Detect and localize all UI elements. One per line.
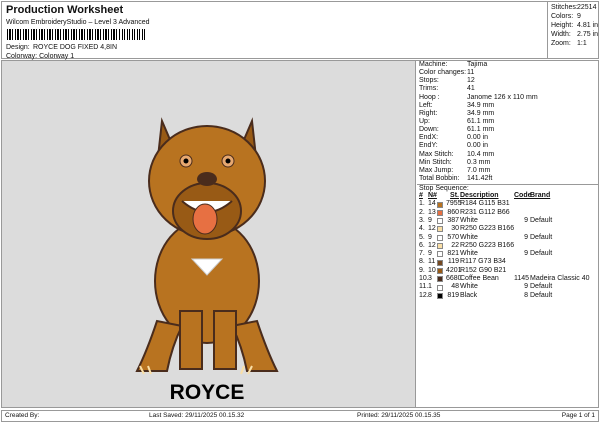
table-row: 9. 10 4201 R152 G90 B21 xyxy=(419,266,507,274)
table-row: 4. 12 30 R250 G223 B166 xyxy=(419,225,515,233)
color-swatch xyxy=(437,218,443,225)
info-row: Right: 34.9 mm xyxy=(419,109,495,117)
table-row: 11. 1 48 White 9 Default xyxy=(419,283,553,291)
page-number: Page 1 of 1 xyxy=(561,412,595,419)
info-row: Hoop : Janome 126 x 110 mm xyxy=(419,93,538,101)
table-row: 5. 9 570 White 9 Default xyxy=(419,233,553,241)
page-title: Production Worksheet xyxy=(6,4,124,16)
stat-height: Height: 4.81 in xyxy=(551,22,599,29)
info-row: Up: 61.1 mm xyxy=(419,117,495,125)
worksheet-body: ROYCE Machine: Tajima Color changes: 11 Stop… xyxy=(1,60,599,408)
worksheet-footer: Created By: Last Saved: 29/11/2025 00.15… xyxy=(1,410,599,422)
table-row: 7. 9 821 White 9 Default xyxy=(419,250,553,258)
color-swatch xyxy=(437,243,443,250)
info-row: Left: 34.9 mm xyxy=(419,101,495,109)
info-row: EndY: 0.00 in xyxy=(419,142,489,150)
created-by: Created By: xyxy=(5,412,40,419)
table-row: 10. 3 6680 Coffee Bean 1145 Madeira Clas… xyxy=(419,275,590,283)
worksheet-header: Production Worksheet Wilcom EmbroiderySt… xyxy=(1,1,600,60)
stats-panel: Stitches: 22514 Colors: 9 Height: 4.81 in W… xyxy=(547,2,600,58)
table-header: # N# St. Description Code Brand xyxy=(419,192,551,200)
last-saved: Last Saved: 29/11/2025 00.15.32 xyxy=(149,412,245,419)
table-row: 3. 9 387 White 9 Default xyxy=(419,217,553,225)
barcode-suffix xyxy=(122,29,147,40)
color-swatch xyxy=(437,284,443,291)
color-swatch xyxy=(437,259,443,266)
info-row: Down: 61.1 mm xyxy=(419,126,495,134)
dog-embroidery-image: ROYCE xyxy=(135,117,279,404)
colorway-name: Colorway 1 xyxy=(39,53,75,60)
stop-sequence-table: # N# St. Description Code Brand 1. 14 79… xyxy=(417,192,599,300)
info-row: EndX: 0.00 in xyxy=(419,134,489,142)
info-row: Total Bobbin: 141.42ft xyxy=(419,174,493,182)
info-row: Max Jump: 7.0 mm xyxy=(419,166,491,174)
color-swatch xyxy=(437,251,443,258)
printed-date: Printed: 29/11/2025 00.15.35 xyxy=(357,412,441,419)
design-info-panel: Machine: Tajima Color changes: 11 Stops: 12 Tr… xyxy=(417,61,599,300)
table-row: 8. 11 119 R117 G73 B34 xyxy=(419,258,506,266)
info-row: Machine: Tajima xyxy=(419,61,488,68)
design-name: ROYCE DOG FIXED 4,8IN xyxy=(33,44,118,51)
color-swatch xyxy=(437,209,443,216)
stop-sequence-title: Stop Sequence: xyxy=(417,184,599,192)
colorway-field: Colorway: Colorway 1 xyxy=(6,53,75,60)
design-field: Design: ROYCE DOG FIXED 4,8IN xyxy=(6,44,118,51)
stat-zoom: Zoom: 1:1 xyxy=(551,40,587,47)
table-row: 1. 14 7955 R184 G115 B31 xyxy=(419,200,510,208)
stat-stitches: Stitches: 22514 xyxy=(551,4,597,11)
design-preview: ROYCE xyxy=(2,61,416,407)
color-swatch xyxy=(437,292,443,299)
table-row: 6. 12 22 R250 G223 B166 xyxy=(419,241,515,250)
info-row: Trims: 41 xyxy=(419,85,475,93)
info-row: Min Stitch: 0.3 mm xyxy=(419,158,491,166)
table-row: 12. 8 819 Black 8 Default xyxy=(419,291,553,299)
table-row: 2. 13 860 R231 G112 B66 xyxy=(419,208,510,216)
design-lettering: ROYCE xyxy=(170,381,245,404)
color-swatch xyxy=(437,234,443,241)
app-subtitle: Wilcom EmbroideryStudio – Level 3 Advanc… xyxy=(6,19,150,26)
info-row: Stops: 12 xyxy=(419,77,475,85)
stat-width: Width: 2.75 in xyxy=(551,31,599,38)
color-swatch xyxy=(437,276,443,283)
stat-colors: Colors: 9 xyxy=(551,13,581,20)
color-swatch xyxy=(437,267,443,274)
info-row: Color changes: 11 xyxy=(419,69,475,77)
color-swatch xyxy=(437,226,443,233)
info-row: Max Stitch: 10.4 mm xyxy=(419,150,495,158)
color-swatch xyxy=(437,201,443,208)
